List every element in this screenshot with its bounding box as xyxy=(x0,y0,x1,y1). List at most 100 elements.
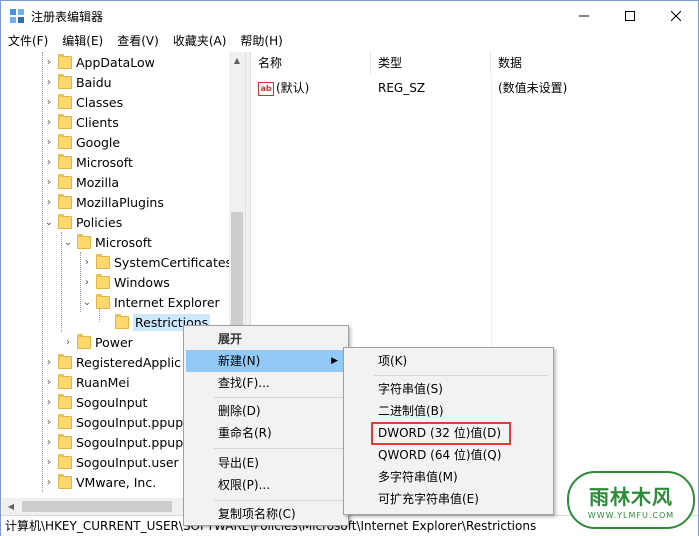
chevron-right-icon[interactable]: › xyxy=(43,452,55,472)
folder-icon xyxy=(58,453,72,469)
chevron-right-icon[interactable]: › xyxy=(62,332,74,352)
tree-item-mozilla[interactable]: › Mozilla xyxy=(43,172,119,192)
tree-context-menu: 展开 新建(N) ▶ 查找(F)... 删除(D) 重命名(R) 导出(E) 权… xyxy=(183,325,349,526)
tree-item-baidu[interactable]: › Baidu xyxy=(43,72,112,92)
chevron-right-icon[interactable]: › xyxy=(43,472,55,492)
chevron-right-icon[interactable]: › xyxy=(43,152,55,172)
chevron-down-icon[interactable]: ⌄ xyxy=(62,232,74,252)
tree-item-internet-explorer[interactable]: ⌄ Internet Explorer xyxy=(81,292,220,312)
tree-item-label: Microsoft xyxy=(95,234,152,250)
tree-item-mozillaplugins[interactable]: › MozillaPlugins xyxy=(43,192,164,212)
tree-item-policies-microsoft[interactable]: ⌄ Microsoft xyxy=(62,232,152,252)
folder-icon xyxy=(58,433,72,449)
minimize-button[interactable] xyxy=(561,1,607,31)
scroll-up-arrow-icon[interactable]: ▲ xyxy=(229,52,245,68)
chevron-right-icon[interactable]: › xyxy=(43,352,55,372)
column-header-name[interactable]: 名称 xyxy=(251,52,371,74)
string-value-icon: ab xyxy=(258,81,274,96)
folder-icon xyxy=(58,213,72,229)
tree-item-google[interactable]: › Google xyxy=(43,132,120,152)
chevron-right-icon[interactable]: › xyxy=(43,52,55,72)
tree-item-label: Google xyxy=(76,134,121,150)
tree-item-label: Internet Explorer xyxy=(114,294,220,310)
maximize-button[interactable] xyxy=(607,1,653,31)
value-row[interactable]: ab (默认) REG_SZ (数值未设置) xyxy=(251,78,698,98)
menu-item-export[interactable]: 导出(E) xyxy=(186,452,346,474)
menu-item-permissions[interactable]: 权限(P)... xyxy=(186,474,346,496)
menu-edit[interactable]: 编辑(E) xyxy=(55,31,110,51)
scroll-left-arrow-icon[interactable]: ◀ xyxy=(4,498,18,515)
folder-icon xyxy=(96,293,110,309)
menu-favorites[interactable]: 收藏夹(A) xyxy=(166,31,234,51)
tree-item-label: RuanMei xyxy=(76,374,130,390)
folder-icon xyxy=(58,173,72,189)
menu-item-copy-key-name[interactable]: 复制项名称(C) xyxy=(186,503,346,525)
folder-icon xyxy=(58,93,72,109)
folder-icon xyxy=(58,73,72,89)
tree-item-sogouinput-user[interactable]: › SogouInput.user xyxy=(43,452,179,472)
tree-item-label: SogouInput.user xyxy=(76,454,179,470)
submenu-item-multi-string-value[interactable]: 多字符串值(M) xyxy=(346,466,551,488)
chevron-right-icon[interactable]: › xyxy=(43,92,55,112)
chevron-right-icon[interactable]: › xyxy=(43,372,55,392)
tree-item-ruanmei[interactable]: › RuanMei xyxy=(43,372,130,392)
menu-item-rename[interactable]: 重命名(R) xyxy=(186,422,346,444)
chevron-right-icon[interactable]: › xyxy=(81,272,93,292)
menu-file[interactable]: 文件(F) xyxy=(1,31,55,51)
tree-item-sogouinput[interactable]: › SogouInput xyxy=(43,392,147,412)
tree-item-sogouinput-ppup-1[interactable]: › SogouInput.ppup xyxy=(43,412,183,432)
tree-item-clients[interactable]: › Clients xyxy=(43,112,119,132)
chevron-right-icon[interactable]: › xyxy=(43,412,55,432)
scroll-thumb[interactable] xyxy=(22,501,172,512)
menu-item-delete[interactable]: 删除(D) xyxy=(186,400,346,422)
chevron-right-icon[interactable]: › xyxy=(43,392,55,412)
chevron-right-icon[interactable]: › xyxy=(43,132,55,152)
chevron-right-icon[interactable]: › xyxy=(43,172,55,192)
tree-item-vmware[interactable]: › VMware, Inc. xyxy=(43,472,156,492)
chevron-down-icon[interactable]: ⌄ xyxy=(43,212,55,232)
chevron-right-icon[interactable]: › xyxy=(43,72,55,92)
menu-view[interactable]: 查看(V) xyxy=(110,31,166,51)
tree-item-policies[interactable]: ⌄ Policies xyxy=(43,212,122,232)
tree-item-appdatalow[interactable]: › AppDataLow xyxy=(43,52,155,72)
folder-icon xyxy=(58,373,72,389)
column-header-data[interactable]: 数据 xyxy=(491,52,698,74)
tree-item-label: SogouInput xyxy=(76,394,148,410)
registry-editor-window: 注册表编辑器 文件(F) 编辑(E) 查看(V) 收藏夹(A) 帮助(H) › … xyxy=(0,0,699,536)
menu-separator xyxy=(214,448,344,449)
chevron-right-icon[interactable]: › xyxy=(81,252,93,272)
folder-icon xyxy=(77,233,91,249)
tree-item-windows[interactable]: › Windows xyxy=(81,272,170,292)
folder-icon xyxy=(58,133,72,149)
menu-item-new[interactable]: 新建(N) ▶ xyxy=(186,350,346,372)
tree-item-microsoft[interactable]: › Microsoft xyxy=(43,152,133,172)
menu-item-find[interactable]: 查找(F)... xyxy=(186,372,346,394)
tree-item-label: MozillaPlugins xyxy=(76,194,164,210)
tree-item-sogouinput-ppup-2[interactable]: › SogouInput.ppup xyxy=(43,432,183,452)
submenu-item-key[interactable]: 项(K) xyxy=(346,350,551,372)
column-header-type[interactable]: 类型 xyxy=(371,52,491,74)
close-button[interactable] xyxy=(653,1,699,31)
menu-item-expand[interactable]: 展开 xyxy=(186,328,346,350)
watermark-title: 雨林木风 xyxy=(589,484,673,509)
submenu-item-expandable-string-value[interactable]: 可扩充字符串值(E) xyxy=(346,488,551,510)
submenu-item-string-value[interactable]: 字符串值(S) xyxy=(346,378,551,400)
folder-icon xyxy=(58,193,72,209)
chevron-right-icon[interactable]: › xyxy=(43,432,55,452)
tree-item-classes[interactable]: › Classes xyxy=(43,92,123,112)
menu-help[interactable]: 帮助(H) xyxy=(233,31,289,51)
chevron-right-icon[interactable]: › xyxy=(43,112,55,132)
submenu-item-binary-value[interactable]: 二进制值(B) xyxy=(346,400,551,422)
chevron-right-icon[interactable]: › xyxy=(43,192,55,212)
folder-icon xyxy=(58,353,72,369)
scroll-thumb[interactable] xyxy=(231,212,243,332)
tree-item-power[interactable]: › Power xyxy=(62,332,133,352)
tree-item-label: SogouInput.ppup xyxy=(76,414,184,430)
submenu-item-qword-value[interactable]: QWORD (64 位)值(Q) xyxy=(346,444,551,466)
tree-item-systemcertificates[interactable]: › SystemCertificates xyxy=(81,252,232,272)
tree-item-registeredapplic[interactable]: › RegisteredApplic xyxy=(43,352,181,372)
chevron-down-icon[interactable]: ⌄ xyxy=(81,292,93,312)
tree-item-label: AppDataLow xyxy=(76,54,155,70)
regedit-app-icon xyxy=(10,9,24,23)
